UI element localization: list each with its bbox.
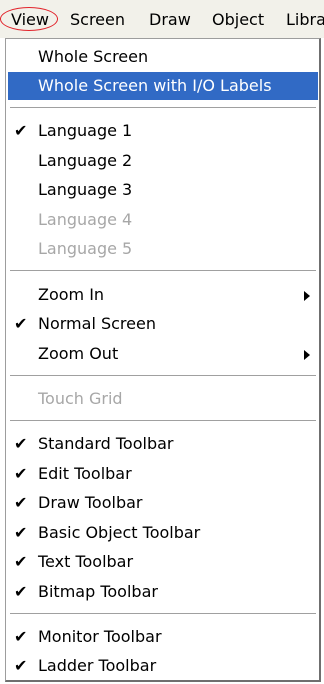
menu-item-monitor-toolbar[interactable]: ✔ Monitor Toolbar bbox=[8, 623, 318, 651]
checkmark-icon: ✔ bbox=[14, 523, 28, 542]
checkmark-icon: ✔ bbox=[14, 627, 28, 646]
menu-item-label: Whole Screen with I/O Labels bbox=[38, 76, 272, 95]
menu-view-label: View bbox=[11, 10, 49, 29]
menu-item-language-2[interactable]: Language 2 bbox=[8, 147, 318, 175]
submenu-arrow-icon bbox=[304, 291, 310, 301]
checkmark-icon: ✔ bbox=[14, 582, 28, 601]
menu-item-basic-object-toolbar[interactable]: ✔ Basic Object Toolbar bbox=[8, 519, 318, 547]
menu-item-label: Bitmap Toolbar bbox=[38, 582, 158, 601]
menu-item-label: Draw Toolbar bbox=[38, 493, 143, 512]
checkmark-icon: ✔ bbox=[14, 434, 28, 453]
checkmark-icon: ✔ bbox=[14, 656, 28, 675]
menu-item-label: Language 1 bbox=[38, 121, 133, 140]
menu-bar: View Screen Draw Object Libra bbox=[0, 0, 324, 38]
menu-item-language-5: Language 5 bbox=[8, 235, 318, 263]
menu-separator bbox=[10, 420, 316, 421]
menu-item-label: Monitor Toolbar bbox=[38, 627, 162, 646]
menu-item-zoom-out[interactable]: Zoom Out bbox=[8, 340, 318, 368]
menu-item-normal-screen[interactable]: ✔ Normal Screen bbox=[8, 310, 318, 338]
checkmark-icon: ✔ bbox=[14, 314, 28, 333]
menu-item-whole-screen-io-labels[interactable]: Whole Screen with I/O Labels bbox=[8, 72, 318, 100]
menu-item-label: Ladder Toolbar bbox=[38, 656, 157, 675]
menu-item-label: Edit Toolbar bbox=[38, 464, 132, 483]
menu-item-ladder-toolbar[interactable]: ✔ Ladder Toolbar bbox=[8, 652, 318, 680]
menu-item-label: Language 5 bbox=[38, 239, 133, 258]
menu-object[interactable]: Object bbox=[212, 10, 264, 30]
view-dropdown-menu: Whole Screen Whole Screen with I/O Label… bbox=[5, 38, 321, 682]
menu-item-bitmap-toolbar[interactable]: ✔ Bitmap Toolbar bbox=[8, 578, 318, 606]
checkmark-icon: ✔ bbox=[14, 493, 28, 512]
menu-library[interactable]: Libra bbox=[286, 10, 324, 30]
submenu-arrow-icon bbox=[304, 350, 310, 360]
menu-item-language-1[interactable]: ✔ Language 1 bbox=[8, 117, 318, 145]
menu-separator bbox=[10, 107, 316, 108]
menu-item-whole-screen[interactable]: Whole Screen bbox=[8, 43, 318, 71]
menu-item-edit-toolbar[interactable]: ✔ Edit Toolbar bbox=[8, 460, 318, 488]
menu-item-label: Language 2 bbox=[38, 151, 133, 170]
checkmark-icon: ✔ bbox=[14, 464, 28, 483]
menu-item-touch-grid: Touch Grid bbox=[8, 385, 318, 413]
menu-item-language-4: Language 4 bbox=[8, 206, 318, 234]
menu-item-label: Touch Grid bbox=[38, 389, 123, 408]
menu-separator bbox=[10, 375, 316, 376]
checkmark-icon: ✔ bbox=[14, 552, 28, 571]
menu-item-label: Normal Screen bbox=[38, 314, 156, 333]
menu-item-label: Whole Screen bbox=[38, 47, 149, 66]
menu-separator bbox=[10, 613, 316, 614]
menu-item-draw-toolbar[interactable]: ✔ Draw Toolbar bbox=[8, 489, 318, 517]
menu-item-label: Zoom In bbox=[38, 285, 105, 304]
menu-item-label: Basic Object Toolbar bbox=[38, 523, 201, 542]
menu-item-label: Standard Toolbar bbox=[38, 434, 174, 453]
menu-item-label: Language 4 bbox=[38, 210, 133, 229]
menu-item-language-3[interactable]: Language 3 bbox=[8, 176, 318, 204]
menu-view[interactable]: View bbox=[0, 7, 58, 31]
menu-item-zoom-in[interactable]: Zoom In bbox=[8, 281, 318, 309]
menu-screen[interactable]: Screen bbox=[70, 10, 125, 30]
menu-item-label: Zoom Out bbox=[38, 344, 119, 363]
checkmark-icon: ✔ bbox=[14, 121, 28, 140]
menu-separator bbox=[10, 270, 316, 271]
menu-item-standard-toolbar[interactable]: ✔ Standard Toolbar bbox=[8, 430, 318, 458]
menu-item-text-toolbar[interactable]: ✔ Text Toolbar bbox=[8, 548, 318, 576]
menu-item-label: Language 3 bbox=[38, 180, 133, 199]
menu-draw[interactable]: Draw bbox=[149, 10, 191, 30]
menu-item-label: Text Toolbar bbox=[38, 552, 134, 571]
